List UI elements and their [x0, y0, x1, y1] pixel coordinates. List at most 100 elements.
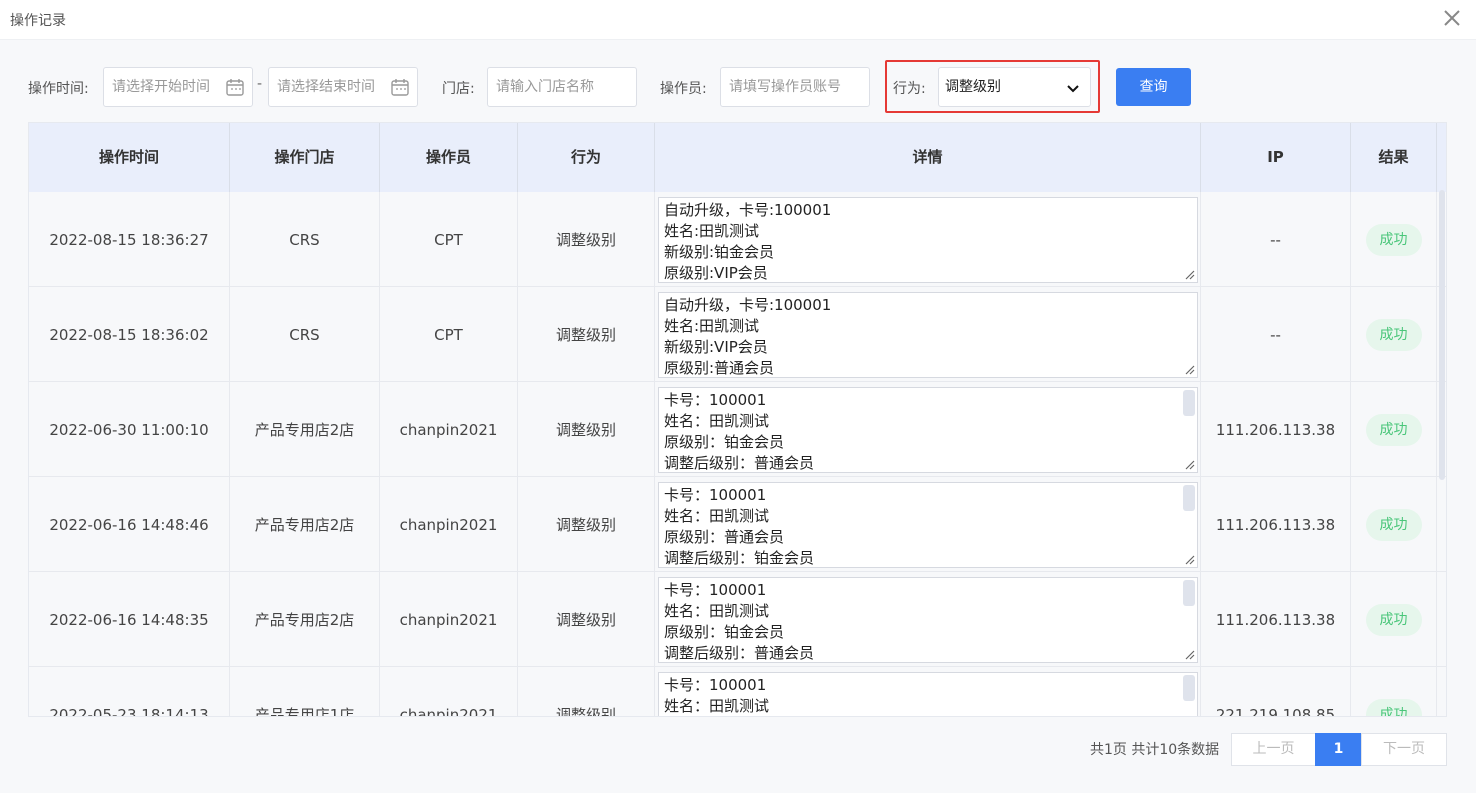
- cell-action: 调整级别: [518, 287, 655, 382]
- cell-ip: --: [1201, 192, 1351, 287]
- cell-ip: 111.206.113.38: [1201, 477, 1351, 572]
- cell-action-text: 调整级别: [555, 611, 616, 629]
- cell-ip-text: --: [1270, 230, 1281, 249]
- cell-operator-text: chanpin2021: [399, 420, 498, 439]
- cell-store-text: CRS: [289, 325, 320, 344]
- cell-detail: 卡号：100001 姓名：田凯测试: [655, 667, 1201, 716]
- cell-action-text: 调整级别: [555, 421, 616, 439]
- resize-grip-icon[interactable]: [1183, 268, 1195, 280]
- column-header-operator: 操作员: [380, 123, 518, 192]
- table-row: 2022-06-16 14:48:35 产品专用店2店 chanpin2021 调整级…: [29, 572, 1446, 667]
- cell-time-text: 2022-08-15 18:36:27: [49, 230, 209, 249]
- detail-line: 卡号：100001: [664, 580, 767, 599]
- detail-line: 原级别：铂金会员: [664, 432, 785, 451]
- column-header-time: 操作时间: [29, 123, 230, 192]
- detail-textarea[interactable]: 卡号：100001 姓名：田凯测试: [658, 671, 1198, 716]
- resize-grip-icon[interactable]: [1183, 648, 1195, 660]
- textarea-scrollbar[interactable]: [1183, 484, 1195, 511]
- status-badge: 成功: [1365, 318, 1422, 351]
- textarea-scrollbar[interactable]: [1183, 389, 1195, 416]
- resize-grip-icon[interactable]: [1183, 458, 1195, 470]
- cell-operator: chanpin2021: [380, 572, 518, 667]
- cell-operator-text: CPT: [434, 230, 463, 249]
- cell-action: 调整级别: [518, 382, 655, 477]
- cell-detail: 自动升级，卡号:100001 姓名:田凯测试 新级别:铂金会员 原级别:VIP会员: [655, 192, 1201, 287]
- start-time-input[interactable]: 请选择开始时间: [103, 67, 253, 107]
- cell-ip-text: 111.206.113.38: [1215, 515, 1336, 534]
- cell-ip-text: 111.206.113.38: [1215, 420, 1336, 439]
- query-button[interactable]: 查询: [1116, 68, 1191, 106]
- status-badge: 成功: [1365, 223, 1422, 256]
- chevron-down-icon: [1067, 85, 1079, 93]
- cell-time: 2022-08-15 18:36:02: [29, 287, 230, 382]
- status-badge: 成功: [1365, 508, 1422, 541]
- table-body: 2022-08-15 18:36:27 CRS CPT 调整级别 自动升级，卡号:100…: [29, 192, 1446, 717]
- store-placeholder: 请输入门店名称: [496, 79, 594, 95]
- detail-line: 姓名:田凯测试: [664, 221, 760, 240]
- calendar-icon[interactable]: [390, 77, 410, 97]
- store-label: 门店:: [442, 81, 475, 97]
- detail-line: 原级别：铂金会员: [664, 622, 785, 641]
- next-page-button[interactable]: 下一页: [1361, 733, 1447, 766]
- detail-textarea[interactable]: 卡号：100001 姓名：田凯测试 原级别：普通会员 调整后级别：铂金会员: [658, 481, 1198, 568]
- filter-bar: 操作时间: 请选择开始时间 - 请选择结束时间 门店: 请输入门店名称 操作员:…: [0, 40, 1476, 122]
- action-label: 行为:: [893, 81, 926, 97]
- table-row: 2022-06-30 11:00:10 产品专用店2店 chanpin2021 调整级…: [29, 382, 1446, 477]
- pagination-summary: 共1页 共计10条数据: [1090, 742, 1220, 758]
- date-separator: -: [257, 76, 263, 92]
- cell-time: 2022-05-23 18:14:13: [29, 667, 230, 717]
- cell-operator-text: chanpin2021: [399, 610, 498, 629]
- cell-result: 成功: [1351, 287, 1437, 382]
- table-row: 2022-06-16 14:48:46 产品专用店2店 chanpin2021 调整级…: [29, 477, 1446, 572]
- cell-result: 成功: [1351, 572, 1437, 667]
- textarea-scrollbar[interactable]: [1183, 579, 1195, 606]
- cell-action-text: 调整级别: [555, 231, 616, 249]
- cell-time: 2022-06-16 14:48:46: [29, 477, 230, 572]
- dialog-header: 操作记录: [0, 0, 1476, 40]
- column-header-ip: IP: [1201, 123, 1351, 192]
- cell-time: 2022-06-16 14:48:35: [29, 572, 230, 667]
- cell-time: 2022-06-30 11:00:10: [29, 382, 230, 477]
- cell-action-text: 调整级别: [555, 516, 616, 534]
- calendar-icon[interactable]: [225, 77, 245, 97]
- page-1-button[interactable]: 1: [1315, 733, 1362, 766]
- cell-time-text: 2022-05-23 18:14:13: [49, 705, 209, 717]
- operator-input[interactable]: 请填写操作员账号: [720, 67, 870, 107]
- textarea-scrollbar[interactable]: [1183, 674, 1195, 701]
- detail-line: 调整后级别：铂金会员: [664, 548, 815, 567]
- detail-line: 自动升级，卡号:100001: [664, 200, 832, 219]
- detail-textarea[interactable]: 自动升级，卡号:100001 姓名:田凯测试 新级别:VIP会员 原级别:普通会员: [658, 291, 1198, 378]
- action-select[interactable]: 调整级别: [938, 67, 1091, 107]
- records-table: 操作时间 操作门店 操作员 行为 详情 IP 结果 2022-08-15 18:…: [28, 122, 1447, 717]
- prev-page-button[interactable]: 上一页: [1231, 733, 1316, 766]
- store-input[interactable]: 请输入门店名称: [487, 67, 637, 107]
- end-time-placeholder: 请选择结束时间: [277, 79, 375, 95]
- column-header-detail: 详情: [655, 123, 1201, 192]
- table-row: 2022-08-15 18:36:27 CRS CPT 调整级别 自动升级，卡号:100…: [29, 192, 1446, 287]
- cell-detail: 卡号：100001 姓名：田凯测试 原级别：铂金会员 调整后级别：普通会员: [655, 382, 1201, 477]
- cell-store-text: 产品专用店2店: [254, 611, 355, 629]
- end-time-input[interactable]: 请选择结束时间: [268, 67, 418, 107]
- status-badge: 成功: [1365, 603, 1422, 636]
- detail-textarea[interactable]: 卡号：100001 姓名：田凯测试 原级别：铂金会员 调整后级别：普通会员: [658, 576, 1198, 663]
- detail-line: 卡号：100001: [664, 390, 767, 409]
- close-icon[interactable]: [1440, 6, 1464, 30]
- cell-store-text: CRS: [289, 230, 320, 249]
- column-header-store: 操作门店: [230, 123, 380, 192]
- start-time-placeholder: 请选择开始时间: [112, 79, 210, 95]
- status-badge: 成功: [1365, 413, 1422, 446]
- resize-grip-icon[interactable]: [1183, 363, 1195, 375]
- cell-store-text: 产品专用店1店: [254, 706, 355, 717]
- cell-store: CRS: [230, 287, 380, 382]
- detail-line: 调整后级别：普通会员: [664, 453, 815, 472]
- detail-textarea[interactable]: 卡号：100001 姓名：田凯测试 原级别：铂金会员 调整后级别：普通会员: [658, 386, 1198, 473]
- column-header-action: 行为: [518, 123, 655, 192]
- detail-textarea[interactable]: 自动升级，卡号:100001 姓名:田凯测试 新级别:铂金会员 原级别:VIP会员: [658, 196, 1198, 283]
- cell-action: 调整级别: [518, 192, 655, 287]
- cell-store: 产品专用店2店: [230, 572, 380, 667]
- cell-operator: CPT: [380, 192, 518, 287]
- detail-line: 新级别:铂金会员: [664, 242, 775, 261]
- table-scrollbar[interactable]: [1439, 190, 1445, 480]
- cell-result: 成功: [1351, 382, 1437, 477]
- resize-grip-icon[interactable]: [1183, 553, 1195, 565]
